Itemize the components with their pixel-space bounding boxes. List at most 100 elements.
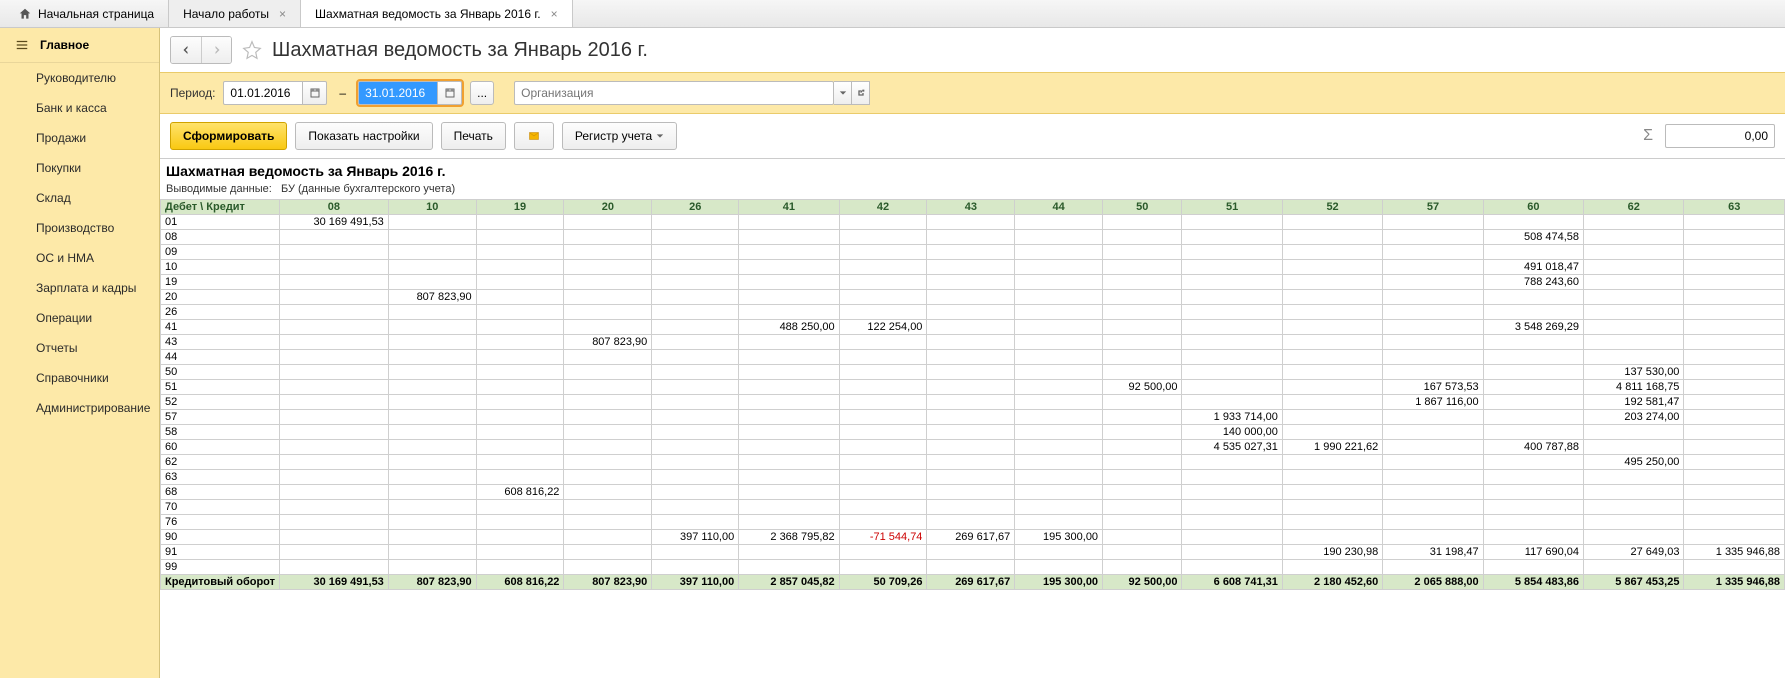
table-cell [1684, 485, 1785, 500]
tab-home-label: Начальная страница [38, 7, 154, 21]
table-cell [1282, 275, 1382, 290]
table-row[interactable]: 604 535 027,311 990 221,62400 787,88 [161, 440, 1785, 455]
table-cell [476, 455, 564, 470]
row-account: 09 [161, 245, 280, 260]
total-cell: 92 500,00 [1103, 575, 1182, 590]
report-table[interactable]: Дебет \ Кредит08101920264142434450515257… [160, 199, 1785, 590]
sidebar-item[interactable]: ОС и НМА [0, 243, 159, 273]
date-to-picker[interactable] [438, 81, 462, 105]
table-row[interactable]: 43807 823,90 [161, 335, 1785, 350]
table-cell [1182, 545, 1282, 560]
table-row[interactable]: 99 [161, 560, 1785, 575]
table-row[interactable]: 63 [161, 470, 1785, 485]
table-cell: 788 243,60 [1483, 275, 1583, 290]
sidebar-item[interactable]: Администрирование [0, 393, 159, 423]
tab-home[interactable]: Начальная страница [4, 0, 169, 27]
table-cell [927, 500, 1015, 515]
calendar-icon [309, 87, 321, 99]
table-cell [388, 320, 476, 335]
organization-dropdown[interactable] [834, 81, 852, 105]
table-cell [1282, 530, 1382, 545]
nav-forward-button[interactable] [201, 37, 231, 63]
report-subtitle: Выводимые данные: БУ (данные бухгалтерск… [160, 183, 1785, 199]
table-row[interactable]: 5192 500,00167 573,534 811 168,75 [161, 380, 1785, 395]
table-row[interactable]: 68608 816,22 [161, 485, 1785, 500]
date-from-picker[interactable] [303, 81, 327, 105]
sidebar-item[interactable]: Банк и касса [0, 93, 159, 123]
table-cell [1015, 380, 1103, 395]
sidebar-item[interactable]: Склад [0, 183, 159, 213]
table-row[interactable]: 10491 018,47 [161, 260, 1785, 275]
sidebar-main[interactable]: Главное [0, 28, 159, 63]
table-cell: 137 530,00 [1584, 365, 1684, 380]
table-cell [280, 230, 389, 245]
table-cell [1182, 470, 1282, 485]
date-from-input[interactable] [223, 81, 303, 105]
table-cell [739, 305, 839, 320]
table-row[interactable]: 26 [161, 305, 1785, 320]
table-cell [1182, 380, 1282, 395]
table-cell [476, 470, 564, 485]
sidebar-item[interactable]: Производство [0, 213, 159, 243]
tab[interactable]: Шахматная ведомость за Январь 2016 г.× [301, 0, 573, 27]
period-label: Период: [170, 86, 215, 100]
table-cell [564, 410, 652, 425]
table-cell [388, 425, 476, 440]
organization-input[interactable] [514, 81, 834, 105]
table-cell [388, 245, 476, 260]
table-row[interactable]: 91190 230,9831 198,47117 690,0427 649,03… [161, 545, 1785, 560]
table-row[interactable]: 571 933 714,00203 274,00 [161, 410, 1785, 425]
table-row[interactable]: 58140 000,00 [161, 425, 1785, 440]
close-icon[interactable]: × [279, 7, 286, 21]
table-cell [564, 485, 652, 500]
table-row[interactable]: 41488 250,00122 254,003 548 269,29 [161, 320, 1785, 335]
table-cell [1684, 440, 1785, 455]
table-row[interactable]: 62495 250,00 [161, 455, 1785, 470]
table-cell [280, 530, 389, 545]
table-cell [652, 410, 739, 425]
table-cell: -71 544,74 [839, 530, 927, 545]
sidebar-main-label: Главное [40, 38, 89, 52]
sidebar-item[interactable]: Операции [0, 303, 159, 333]
table-cell [1103, 275, 1182, 290]
table-row[interactable]: 09 [161, 245, 1785, 260]
email-button[interactable] [514, 122, 554, 150]
table-row[interactable]: 90397 110,002 368 795,82-71 544,74269 61… [161, 530, 1785, 545]
sidebar-item[interactable]: Продажи [0, 123, 159, 153]
form-button[interactable]: Сформировать [170, 122, 287, 150]
period-select-button[interactable]: ... [470, 81, 494, 105]
table-cell [739, 230, 839, 245]
show-settings-button[interactable]: Показать настройки [295, 122, 432, 150]
report-area: Шахматная ведомость за Январь 2016 г. Вы… [160, 158, 1785, 678]
table-cell [927, 365, 1015, 380]
table-row[interactable]: 44 [161, 350, 1785, 365]
table-row[interactable]: 0130 169 491,53 [161, 215, 1785, 230]
table-row[interactable]: 76 [161, 515, 1785, 530]
sidebar-item[interactable]: Справочники [0, 363, 159, 393]
table-row[interactable]: 50137 530,00 [161, 365, 1785, 380]
sidebar-item[interactable]: Зарплата и кадры [0, 273, 159, 303]
table-row[interactable]: 20807 823,90 [161, 290, 1785, 305]
table-cell [1483, 470, 1583, 485]
favorite-icon[interactable] [242, 40, 262, 60]
table-row[interactable]: 19788 243,60 [161, 275, 1785, 290]
print-button[interactable]: Печать [441, 122, 506, 150]
register-button[interactable]: Регистр учета [562, 122, 677, 150]
sidebar-item[interactable]: Руководителю [0, 63, 159, 93]
sidebar-item[interactable]: Отчеты [0, 333, 159, 363]
close-icon[interactable]: × [551, 7, 558, 21]
table-cell [1483, 530, 1583, 545]
table-cell [927, 395, 1015, 410]
table-row[interactable]: 70 [161, 500, 1785, 515]
date-to-input[interactable] [358, 81, 438, 105]
table-cell [1015, 410, 1103, 425]
tab[interactable]: Начало работы× [169, 0, 301, 27]
sum-input[interactable] [1665, 124, 1775, 148]
organization-open-button[interactable] [852, 81, 870, 105]
table-row[interactable]: 521 867 116,00192 581,47 [161, 395, 1785, 410]
total-cell: 5 867 453,25 [1584, 575, 1684, 590]
sidebar-item[interactable]: Покупки [0, 153, 159, 183]
table-row[interactable]: 08508 474,58 [161, 230, 1785, 245]
table-cell [388, 500, 476, 515]
nav-back-button[interactable] [171, 37, 201, 63]
